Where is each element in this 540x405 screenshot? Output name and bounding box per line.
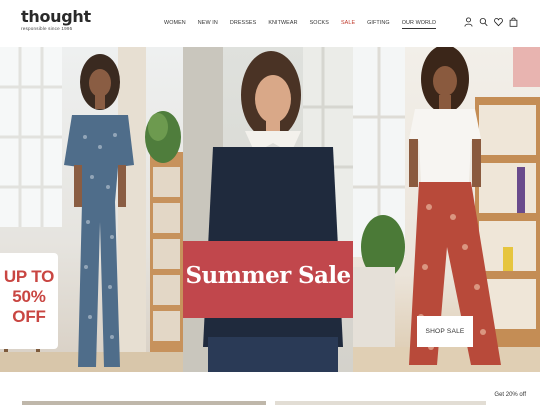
discount-strip-text[interactable]: Get 20% off [494,392,526,398]
wishlist-heart-icon[interactable] [494,17,503,27]
account-icon[interactable] [464,17,473,27]
next-section-image-left [22,401,266,405]
nav-item-our-world[interactable]: OUR WORLD [401,19,437,29]
nav-item-dresses[interactable]: DRESSES [230,19,256,29]
brand-wordmark: thought [21,7,91,26]
header-icons [464,17,518,27]
next-section-image-right [275,401,486,405]
summer-sale-banner: Summer Sale [183,241,353,318]
site-header: thought responsible since 1995 WOMEN NEW… [0,0,540,47]
nav-item-women[interactable]: WOMEN [164,19,186,29]
bag-icon[interactable] [509,17,518,27]
jumper-scene-illustration [183,47,353,372]
main-nav: WOMEN NEW IN DRESSES KNITWEAR SOCKS SALE… [164,19,437,29]
nav-item-socks[interactable]: SOCKS [310,19,329,29]
hero-image-navy-jumper [183,47,353,372]
nav-item-knitwear[interactable]: KNITWEAR [268,19,297,29]
discount-line-up-to: UP TO [3,267,55,286]
summer-sale-headline: Summer Sale [185,262,351,289]
discount-line-off: OFF [12,307,46,326]
nav-item-new-in[interactable]: NEW IN [198,19,218,29]
brand-tagline: responsible since 1995 [21,26,73,31]
search-icon[interactable] [479,17,488,27]
shop-sale-button[interactable]: SHOP SALE [417,316,473,347]
discount-line-percent: 50% [12,287,46,306]
discount-badge: UP TO 50% OFF [0,253,58,349]
brand-logo[interactable]: thought responsible since 1995 [21,7,91,36]
nav-item-sale[interactable]: SALE [341,19,355,29]
nav-item-gifting[interactable]: GIFTING [367,19,390,29]
